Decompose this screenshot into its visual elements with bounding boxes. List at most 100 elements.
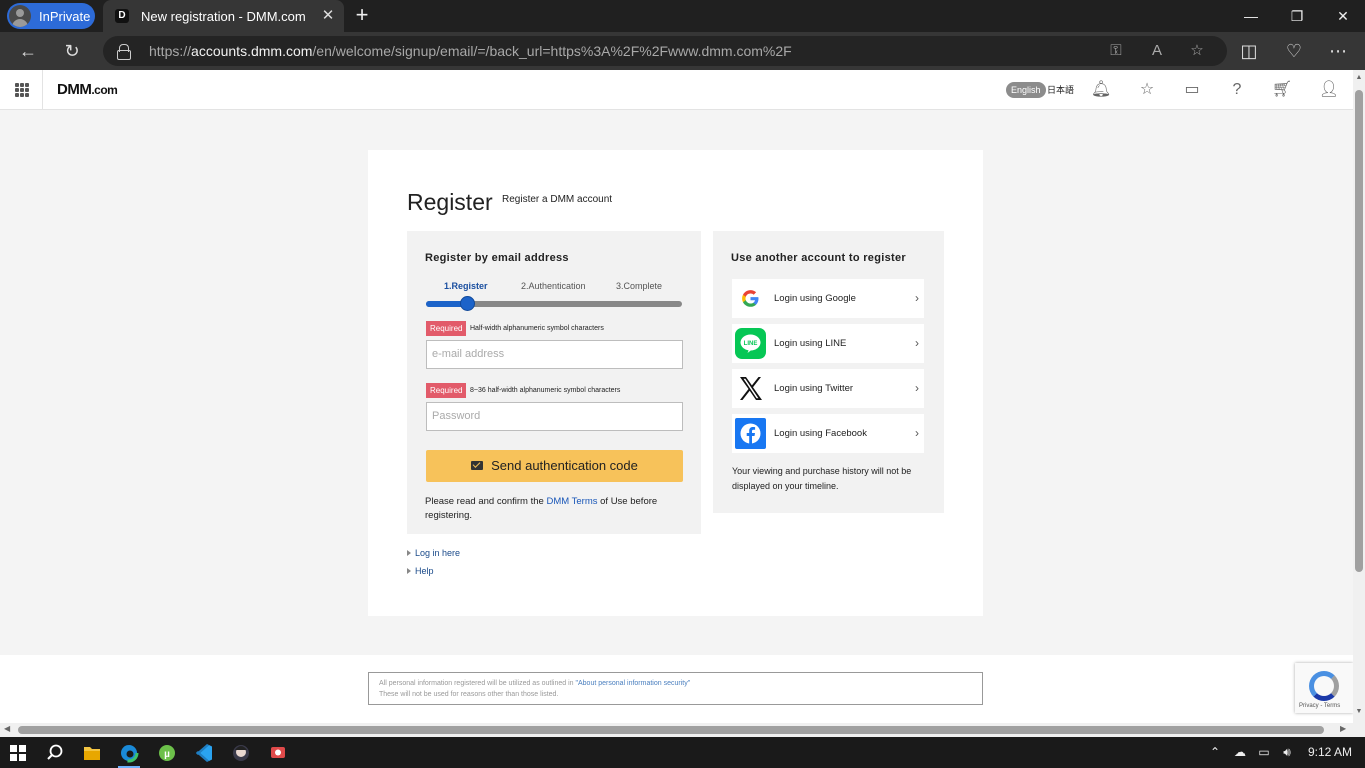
account-user-icon[interactable]: 👤︎ (1318, 79, 1340, 101)
header-divider (42, 70, 43, 110)
read-aloud-icon[interactable]: A (1145, 36, 1169, 66)
line-icon: LINE (735, 328, 766, 359)
dmm-favicon-icon: D (115, 9, 129, 23)
browser-toolbar: ← ↻ https://accounts.dmm.com/en/welcome/… (0, 32, 1365, 70)
file-explorer-icon[interactable] (77, 740, 107, 766)
email-format-note: Half-width alphanumeric symbol character… (470, 325, 604, 332)
restore-button[interactable]: ❐ (1274, 0, 1320, 32)
scroll-down-icon[interactable]: ▼ (1355, 708, 1363, 715)
anime-avatar-app-icon[interactable] (226, 740, 256, 766)
tab-title: New registration - DMM.com (141, 8, 306, 24)
mail-icon (471, 461, 484, 470)
chevron-right-icon: › (915, 291, 919, 305)
help-chat-icon[interactable]: ? (1226, 79, 1248, 101)
terms-confirm-text: Please read and confirm the DMM Terms of… (425, 496, 658, 521)
coupon-icon[interactable]: ▭ (1181, 79, 1203, 101)
google-icon (742, 290, 759, 307)
inprivate-badge[interactable]: InPrivate (7, 3, 95, 29)
recaptcha-badge[interactable]: Privacy - Terms (1295, 663, 1353, 713)
new-tab-button[interactable]: + (350, 4, 374, 28)
tab-close-icon[interactable]: ✕ (320, 8, 336, 24)
edge-browser-icon[interactable] (114, 740, 144, 768)
login-line-button[interactable]: LINE Login using LINE › (732, 324, 924, 363)
login-link[interactable]: Log in here (407, 548, 460, 558)
facebook-icon (735, 418, 766, 449)
volume-icon[interactable]: 🔊︎ (1276, 737, 1298, 768)
torrent-app-icon[interactable]: µ (152, 740, 182, 766)
password-required-tag: Required (426, 383, 467, 398)
windows-start-icon[interactable] (10, 745, 26, 761)
social-registration-panel: Use another account to register Login us… (713, 231, 944, 513)
tray-overflow-chevron-icon[interactable]: ⌃ (1206, 737, 1224, 768)
language-japanese-toggle[interactable]: 日本語 (1047, 82, 1074, 98)
dmm-terms-link[interactable]: DMM Terms (546, 496, 597, 507)
svg-text:µ: µ (164, 749, 170, 760)
chevron-right-icon: › (915, 426, 919, 440)
back-arrow-icon[interactable]: ← (13, 36, 43, 66)
cart-icon[interactable]: 🛒︎ (1271, 79, 1293, 101)
page-subtitle: Register a DMM account (502, 194, 613, 205)
notification-bell-icon[interactable]: 🔔︎ (1090, 79, 1112, 101)
chevron-right-icon: › (915, 381, 919, 395)
email-required-tag: Required (426, 321, 467, 336)
email-registration-panel: Register by email address 1.Register 2.A… (407, 231, 701, 534)
horizontal-scroll-thumb[interactable] (18, 726, 1324, 734)
email-field[interactable]: e-mail address (426, 340, 683, 369)
scroll-up-icon[interactable]: ▲ (1355, 74, 1363, 81)
windows-taskbar: µ ⌃ ☁ ▭ 🔊︎ 9:12 AM (0, 737, 1365, 768)
scroll-right-icon[interactable]: ▶ (1340, 724, 1346, 733)
svg-text:LINE: LINE (744, 341, 758, 347)
apps-grid-icon[interactable] (15, 83, 29, 97)
scroll-left-icon[interactable]: ◀ (4, 724, 10, 733)
social-panel-heading: Use another account to register (731, 252, 906, 264)
login-twitter-button[interactable]: Login using Twitter › (732, 369, 924, 408)
page-footer: All personal information registered will… (0, 655, 1353, 723)
vertical-scrollbar[interactable]: ▲ ▼ (1353, 70, 1365, 723)
privacy-footnote-line2: These will not be used for reasons other… (379, 691, 559, 698)
split-screen-icon[interactable]: ◫ (1234, 36, 1264, 66)
step-register: 1.Register (444, 281, 488, 291)
favorite-star-icon[interactable]: ☆ (1185, 36, 1209, 66)
recaptcha-links[interactable]: Privacy - Terms (1299, 703, 1340, 709)
triangle-right-icon (407, 550, 411, 556)
address-bar[interactable]: https://accounts.dmm.com/en/welcome/sign… (103, 36, 1227, 66)
favorites-star-icon[interactable]: ☆ (1136, 79, 1158, 101)
window-close-button[interactable]: ✕ (1320, 0, 1365, 32)
inprivate-label: InPrivate (39, 8, 91, 24)
language-english-toggle[interactable]: English (1006, 82, 1046, 98)
onedrive-cloud-icon[interactable]: ☁ (1229, 737, 1251, 768)
page-title: Register (407, 189, 493, 215)
more-menu-icon[interactable]: ⋯ (1323, 36, 1353, 66)
timeline-notice: Your viewing and purchase history will n… (732, 466, 912, 491)
minimize-button[interactable]: — (1228, 0, 1274, 32)
login-google-button[interactable]: Login using Google › (732, 279, 924, 318)
facebook-login-label: Login using Facebook (774, 428, 867, 439)
key-icon[interactable]: ⚿ (1104, 36, 1128, 66)
browser-tab-active[interactable]: D New registration - DMM.com ✕ (103, 0, 344, 32)
triangle-right-icon (407, 568, 411, 574)
horizontal-scrollbar[interactable]: ◀ ▶ (0, 723, 1353, 737)
browser-essentials-icon[interactable]: ♡ (1279, 36, 1309, 66)
dmm-logo[interactable]: DMM.com (57, 81, 118, 98)
vertical-scroll-thumb[interactable] (1355, 90, 1363, 572)
password-field[interactable]: Password (426, 402, 683, 431)
personal-info-security-link[interactable]: "About personal information security" (576, 680, 691, 687)
browser-tab-bar: InPrivate D New registration - DMM.com ✕… (0, 0, 1365, 32)
lock-icon[interactable] (117, 44, 131, 60)
scrollbar-corner (1353, 723, 1365, 737)
email-panel-heading: Register by email address (425, 252, 569, 264)
network-icon[interactable]: ▭ (1254, 737, 1274, 768)
profile-avatar-icon (9, 5, 31, 27)
registration-card: Register Register a DMM account Register… (368, 150, 983, 616)
taskbar-clock[interactable]: 9:12 AM (1302, 737, 1358, 768)
send-authentication-code-button[interactable]: Send authentication code (426, 450, 683, 482)
help-link[interactable]: Help (407, 566, 434, 576)
vscode-icon[interactable] (189, 740, 219, 766)
x-twitter-icon (740, 377, 762, 400)
login-facebook-button[interactable]: Login using Facebook › (732, 414, 924, 453)
url-text: https://accounts.dmm.com/en/welcome/sign… (149, 43, 792, 59)
search-icon[interactable] (40, 740, 70, 766)
snipping-tool-icon[interactable] (263, 740, 293, 766)
step-complete: 3.Complete (616, 281, 663, 291)
refresh-icon[interactable]: ↻ (57, 36, 87, 66)
